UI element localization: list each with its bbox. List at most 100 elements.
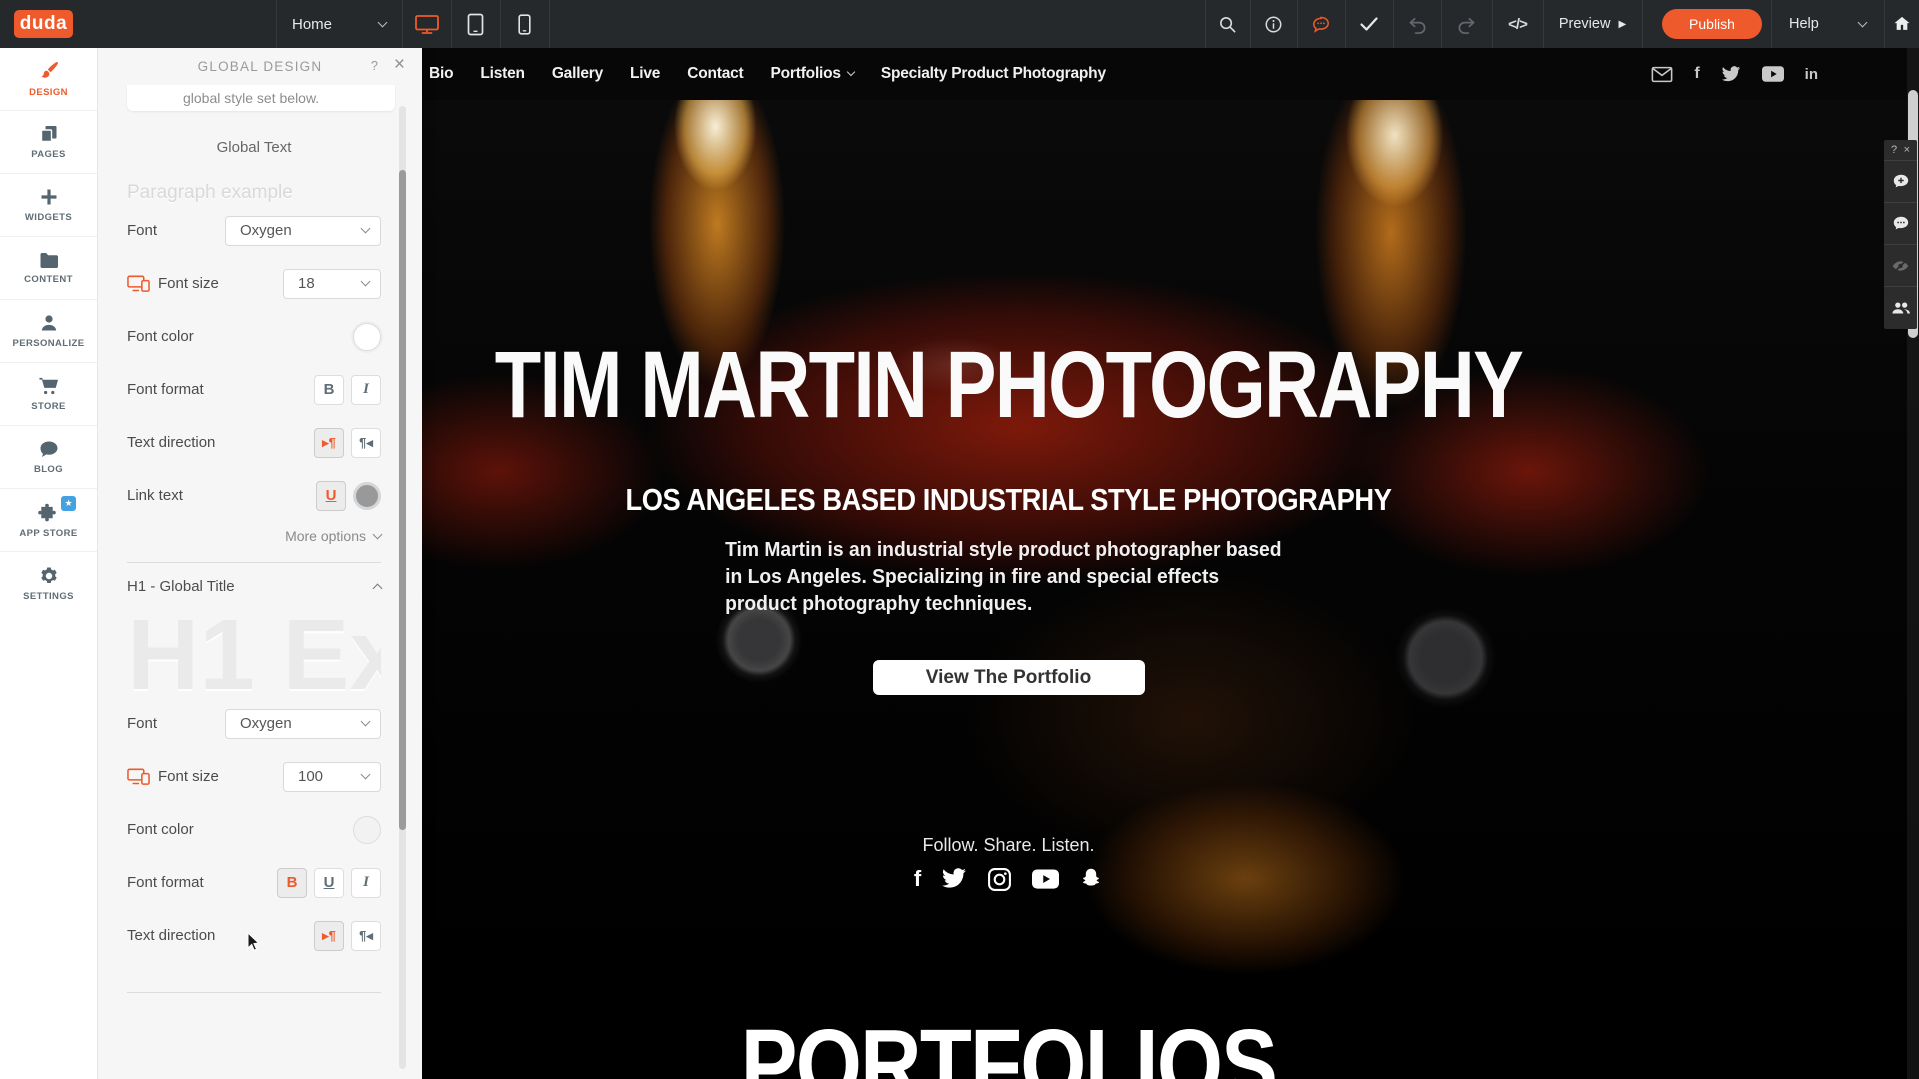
preview-button[interactable]: Preview ▶ — [1543, 0, 1642, 48]
redo-icon — [1456, 15, 1477, 34]
panel-scrollbar-thumb[interactable] — [399, 170, 406, 830]
youtube-icon[interactable] — [1032, 869, 1059, 889]
instagram-icon[interactable] — [987, 867, 1012, 892]
facebook-icon[interactable]: f — [1694, 65, 1699, 83]
nav-item-portfolios[interactable]: Portfolios — [771, 65, 854, 83]
desktop-view-button[interactable] — [402, 0, 451, 48]
link-text-controls: U — [316, 481, 381, 511]
view-portfolio-button[interactable]: View The Portfolio — [873, 660, 1145, 695]
link-text-label: Link text — [127, 487, 183, 504]
nav-item-gallery[interactable]: Gallery — [552, 65, 603, 83]
floating-toolbar-header: ? × — [1884, 140, 1917, 161]
bold-button[interactable]: B — [277, 868, 307, 898]
hero-description[interactable]: Tim Martin is an industrial style produc… — [725, 536, 1293, 617]
sidebar-item-design[interactable]: DESIGN — [0, 48, 97, 111]
text-direction-buttons: ▸¶ ¶◂ — [314, 428, 381, 458]
publish-button[interactable]: Publish — [1662, 9, 1762, 39]
comment-plus-icon — [1892, 173, 1910, 191]
hide-elements-button[interactable] — [1884, 245, 1917, 287]
sidebar-item-label: CONTENT — [24, 274, 73, 285]
mobile-view-button[interactable] — [500, 0, 549, 48]
ltr-pilcrow-icon: ▸¶ — [322, 928, 336, 944]
redo-button[interactable] — [1441, 0, 1492, 48]
comments-button[interactable] — [1884, 203, 1917, 245]
duda-logo[interactable]: duda — [14, 10, 73, 38]
page-selector-dropdown[interactable]: Home — [276, 0, 402, 48]
panel-close-button[interactable]: × — [394, 55, 405, 74]
toolbar-close-button[interactable]: × — [1904, 144, 1910, 156]
undo-icon — [1407, 15, 1428, 34]
chevron-down-icon — [361, 717, 371, 727]
font-select[interactable]: Oxygen — [225, 216, 381, 246]
h1-font-size-row: Font size 100 — [127, 750, 381, 803]
h1-text-direction-buttons: ▸¶ ¶◂ — [314, 921, 381, 951]
section-divider — [127, 562, 381, 563]
sidebar-item-store[interactable]: STORE — [0, 363, 97, 426]
feedback-button[interactable] — [1297, 0, 1345, 48]
twitter-icon[interactable] — [941, 868, 967, 890]
help-dropdown[interactable]: Help — [1771, 0, 1884, 48]
youtube-icon[interactable] — [1762, 66, 1784, 82]
italic-button[interactable]: I — [351, 375, 381, 405]
sidebar-item-app-store[interactable]: ★ APP STORE — [0, 489, 97, 552]
sidebar-item-label: SETTINGS — [23, 591, 74, 602]
bold-button[interactable]: B — [314, 375, 344, 405]
sidebar-item-blog[interactable]: BLOG — [0, 426, 97, 489]
tablet-view-button[interactable] — [451, 0, 500, 48]
info-button[interactable] — [1250, 0, 1297, 48]
hero-subtitle[interactable]: LOS ANGELES BASED INDUSTRIAL STYLE PHOTO… — [207, 482, 1809, 518]
undo-button[interactable] — [1393, 0, 1441, 48]
sidebar-item-content[interactable]: CONTENT — [0, 237, 97, 300]
sidebar-item-label: BLOG — [34, 464, 63, 475]
ltr-direction-button[interactable]: ▸¶ — [314, 921, 344, 951]
font-size-select[interactable]: 18 — [283, 269, 381, 299]
dashboard-home-button[interactable] — [1884, 0, 1919, 48]
text-direction-row: Text direction ▸¶ ¶◂ — [127, 416, 381, 469]
panel-help-button[interactable]: ? — [371, 58, 378, 73]
nav-item-listen[interactable]: Listen — [480, 65, 524, 83]
sidebar-item-pages[interactable]: PAGES — [0, 111, 97, 174]
rtl-direction-button[interactable]: ¶◂ — [351, 428, 381, 458]
font-color-swatch[interactable] — [353, 323, 381, 351]
code-icon: </> — [1508, 16, 1527, 33]
email-icon[interactable] — [1651, 66, 1673, 83]
dev-mode-button[interactable]: </> — [1492, 0, 1543, 48]
save-confirm-button[interactable] — [1345, 0, 1393, 48]
h1-section-header[interactable]: H1 - Global Title — [127, 571, 381, 601]
sidebar-item-widgets[interactable]: WIDGETS — [0, 174, 97, 237]
rtl-direction-button[interactable]: ¶◂ — [351, 921, 381, 951]
linkedin-icon[interactable]: in — [1805, 66, 1818, 83]
nav-item-contact[interactable]: Contact — [687, 65, 743, 83]
more-options-link[interactable]: More options — [127, 524, 381, 548]
twitter-icon[interactable] — [1721, 66, 1741, 83]
link-color-swatch[interactable] — [353, 482, 381, 510]
italic-button[interactable]: I — [351, 868, 381, 898]
comment-dots-icon — [1892, 215, 1910, 233]
font-label: Font — [127, 715, 157, 732]
snapchat-icon[interactable] — [1079, 867, 1103, 891]
h1-font-size-select[interactable]: 100 — [283, 762, 381, 792]
facebook-icon[interactable]: f — [914, 866, 921, 892]
nav-item-live[interactable]: Live — [630, 65, 660, 83]
collaborators-button[interactable] — [1884, 287, 1917, 329]
search-button[interactable] — [1205, 0, 1250, 48]
sidebar-item-personalize[interactable]: PERSONALIZE — [0, 300, 97, 363]
font-size-label: Font size — [127, 768, 219, 785]
panel-notice: global style set below. — [127, 85, 395, 111]
font-color-label: Font color — [127, 328, 194, 345]
text-direction-label: Text direction — [127, 927, 215, 944]
hero-title[interactable]: TIM MARTIN PHOTOGRAPHY — [280, 338, 1737, 433]
nav-item-bio[interactable]: Bio — [429, 65, 453, 83]
ltr-direction-button[interactable]: ▸¶ — [314, 428, 344, 458]
link-underline-button[interactable]: U — [316, 481, 346, 511]
add-comment-button[interactable] — [1884, 161, 1917, 203]
sidebar-item-settings[interactable]: SETTINGS — [0, 552, 97, 615]
nav-item-specialty[interactable]: Specialty Product Photography — [881, 65, 1106, 83]
font-size-label: Font size — [127, 275, 219, 292]
toolbar-help-button[interactable]: ? — [1891, 144, 1897, 156]
underline-button[interactable]: U — [314, 868, 344, 898]
pages-icon — [39, 124, 59, 144]
h1-font-select[interactable]: Oxygen — [225, 709, 381, 739]
h1-font-color-swatch[interactable] — [353, 816, 381, 844]
h1-font-color-row: Font color — [127, 803, 381, 856]
